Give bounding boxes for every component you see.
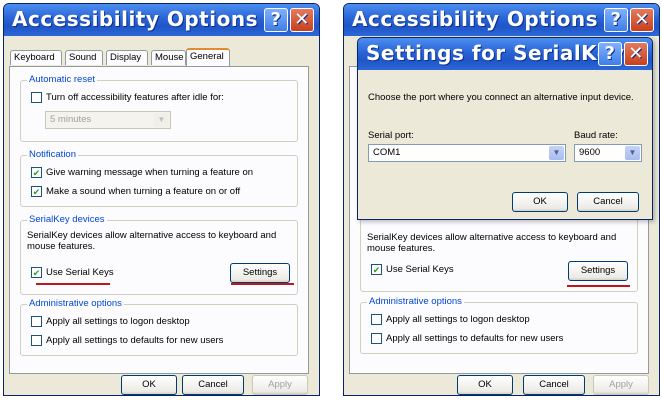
use-serial-keys-underline (36, 283, 110, 285)
turn-off-checkbox-row[interactable]: Turn off accessibility features after id… (31, 92, 224, 103)
help-icon: ? (604, 43, 616, 64)
window-title: Accessibility Options (12, 7, 258, 31)
turn-off-checkbox[interactable] (31, 92, 42, 103)
close-icon: ✕ (634, 9, 650, 30)
ok-button[interactable]: OK (121, 375, 177, 395)
check-icon: ✔ (32, 186, 41, 197)
logon-checkbox[interactable] (371, 314, 382, 325)
close-button[interactable]: ✕ (624, 42, 648, 66)
serialkey-description: SerialKey devices allow alternative acce… (367, 232, 617, 254)
baud-rate-label: Baud rate: (574, 130, 618, 141)
window-title-bar[interactable]: Accessibility Options ? ✕ (344, 4, 659, 36)
serialkey-title: SerialKey devices (27, 214, 107, 225)
defaults-checkbox[interactable] (371, 333, 382, 344)
use-serial-keys-checkbox[interactable]: ✔ (371, 264, 382, 275)
settings-underline (231, 283, 294, 285)
serial-port-select[interactable]: COM1 ▼ (368, 144, 566, 162)
defaults-label: Apply all settings to defaults for new u… (386, 333, 564, 344)
logon-checkbox-row[interactable]: Apply all settings to logon desktop (371, 314, 530, 325)
warning-checkbox-row[interactable]: ✔ Give warning message when turning a fe… (31, 167, 253, 178)
use-serial-keys-row[interactable]: ✔ Use Serial Keys (371, 264, 454, 275)
sound-label: Make a sound when turning a feature on o… (46, 186, 241, 197)
logon-checkbox[interactable] (31, 316, 42, 327)
tab-keyboard[interactable]: Keyboard (10, 50, 62, 65)
administrative-options-title: Administrative options (367, 296, 464, 307)
defaults-label: Apply all settings to defaults for new u… (46, 335, 224, 346)
defaults-checkbox-row[interactable]: Apply all settings to defaults for new u… (31, 335, 223, 346)
chevron-down-icon: ▼ (154, 113, 169, 127)
chevron-down-icon: ▼ (625, 146, 640, 160)
help-button[interactable]: ? (598, 42, 622, 66)
check-icon: ✔ (32, 267, 41, 278)
sound-checkbox-row[interactable]: ✔ Make a sound when turning a feature on… (31, 186, 240, 197)
turn-off-label: Turn off accessibility features after id… (46, 92, 224, 103)
use-serial-keys-row[interactable]: ✔ Use Serial Keys (31, 267, 114, 278)
use-serial-keys-label: Use Serial Keys (386, 264, 454, 275)
help-button[interactable]: ? (604, 8, 628, 32)
tab-display[interactable]: Display (106, 50, 148, 65)
window-title: Accessibility Options (352, 7, 598, 31)
help-icon: ? (270, 9, 282, 30)
cancel-button[interactable]: Cancel (523, 375, 585, 395)
cancel-button[interactable]: Cancel (182, 375, 244, 395)
administrative-options-group: Administrative options Apply all setting… (20, 298, 298, 356)
close-icon: ✕ (628, 43, 644, 64)
apply-button[interactable]: Apply (252, 375, 308, 395)
defaults-checkbox[interactable] (31, 335, 42, 346)
serial-port-value: COM1 (373, 147, 401, 158)
check-icon: ✔ (32, 167, 41, 178)
administrative-options-group: Administrative options Apply all setting… (360, 296, 638, 354)
use-serial-keys-checkbox[interactable]: ✔ (31, 267, 42, 278)
tab-general[interactable]: General (186, 48, 230, 66)
serialkeys-settings-dialog: Settings for SerialKeys ? ✕ Choose the p… (357, 37, 653, 220)
ok-button[interactable]: OK (457, 375, 513, 395)
help-button[interactable]: ? (264, 8, 288, 32)
serial-port-label: Serial port: (368, 130, 414, 141)
automatic-reset-group: Automatic reset Turn off accessibility f… (20, 74, 298, 142)
serialkey-description: SerialKey devices allow alternative acce… (27, 230, 277, 252)
dialog-title: Settings for SerialKeys (366, 41, 637, 65)
settings-button[interactable]: Settings (230, 263, 290, 283)
apply-button[interactable]: Apply (593, 375, 649, 395)
help-icon: ? (610, 9, 622, 30)
use-serial-keys-label: Use Serial Keys (46, 267, 114, 278)
warning-label: Give warning message when turning a feat… (46, 167, 254, 178)
chevron-down-icon: ▼ (549, 146, 564, 160)
sound-checkbox[interactable]: ✔ (31, 186, 42, 197)
logon-label: Apply all settings to logon desktop (386, 314, 530, 325)
dialog-ok-button[interactable]: OK (512, 192, 568, 212)
idle-time-select[interactable]: 5 minutes ▼ (45, 111, 171, 129)
settings-underline (567, 285, 630, 287)
tab-sound[interactable]: Sound (65, 50, 103, 65)
notification-title: Notification (27, 149, 78, 160)
general-tab-panel: Automatic reset Turn off accessibility f… (9, 66, 309, 374)
idle-time-value: 5 minutes (50, 114, 92, 125)
logon-checkbox-row[interactable]: Apply all settings to logon desktop (31, 316, 190, 327)
tab-mouse[interactable]: Mouse (151, 50, 186, 65)
check-icon: ✔ (372, 264, 381, 275)
administrative-options-title: Administrative options (27, 298, 124, 309)
warning-checkbox[interactable]: ✔ (31, 167, 42, 178)
dialog-cancel-button[interactable]: Cancel (577, 192, 639, 212)
logon-label: Apply all settings to logon desktop (46, 316, 190, 327)
baud-rate-select[interactable]: 9600 ▼ (574, 144, 642, 162)
close-button[interactable]: ✕ (290, 8, 314, 32)
notification-group: Notification ✔ Give warning message when… (20, 149, 298, 207)
baud-rate-value: 9600 (579, 147, 601, 158)
accessibility-options-window-left: Accessibility Options ? ✕ Keyboard Sound… (3, 3, 320, 396)
automatic-reset-title: Automatic reset (27, 74, 97, 85)
close-icon: ✕ (294, 9, 310, 30)
dialog-title-bar[interactable]: Settings for SerialKeys ? ✕ (358, 38, 652, 70)
settings-button[interactable]: Settings (568, 261, 628, 281)
close-button[interactable]: ✕ (630, 8, 654, 32)
window-title-bar[interactable]: Accessibility Options ? ✕ (4, 4, 319, 36)
dialog-instruction: Choose the port where you connect an alt… (368, 92, 634, 103)
serialkey-group: SerialKey devices allow alternative acce… (360, 217, 638, 292)
defaults-checkbox-row[interactable]: Apply all settings to defaults for new u… (371, 333, 563, 344)
